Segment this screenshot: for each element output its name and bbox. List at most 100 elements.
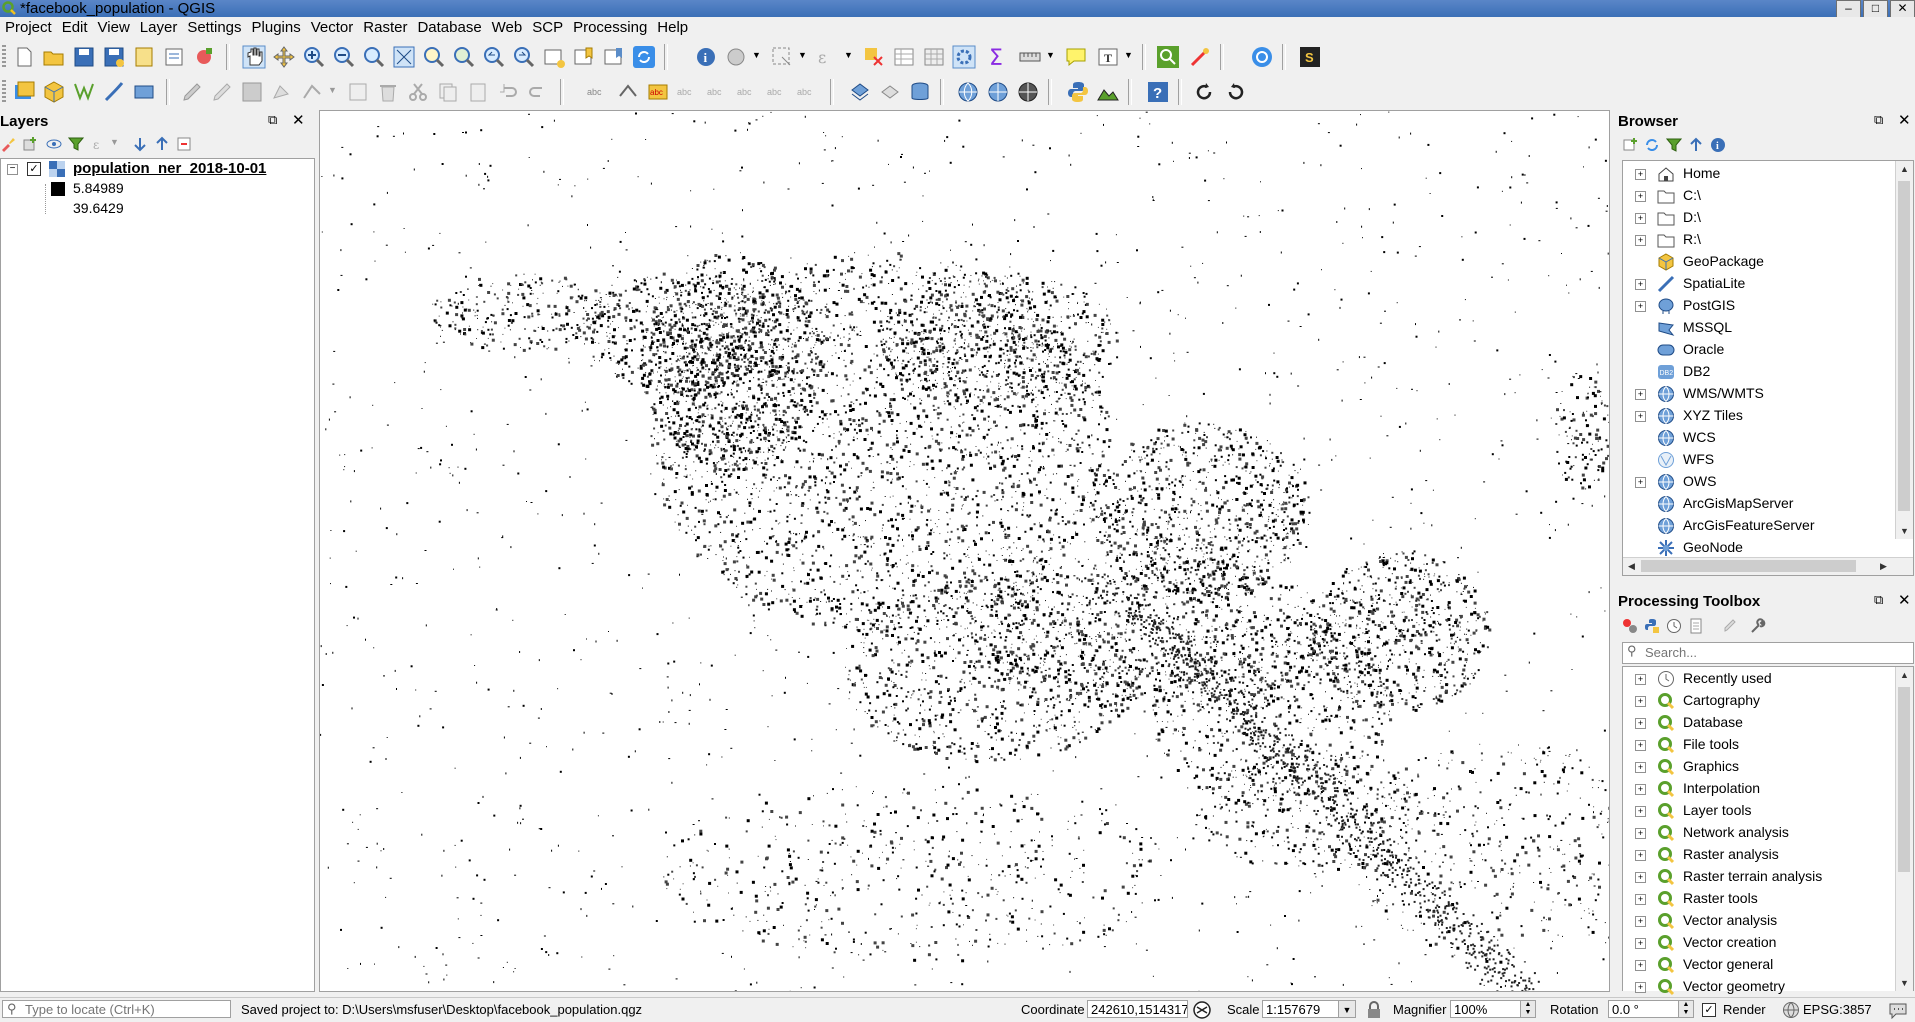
processing-search-field[interactable]: ⚲ <box>1622 642 1914 664</box>
maximize-button[interactable]: □ <box>1863 0 1888 18</box>
menu-database[interactable]: Database <box>412 17 486 39</box>
current-edits-icon[interactable] <box>180 80 204 104</box>
menu-layer[interactable]: Layer <box>135 17 183 39</box>
filter-by-expression-icon[interactable]: ε <box>92 136 108 152</box>
menu-web[interactable]: Web <box>487 17 528 39</box>
browser-item-ows[interactable]: + OWS <box>1623 471 1913 493</box>
chevron-down-icon[interactable]: ▼ <box>1338 1001 1355 1017</box>
layer-visibility-checkbox[interactable]: ✓ <box>27 162 41 176</box>
add-wfs-layer-icon[interactable] <box>1016 80 1040 104</box>
expand-toggle[interactable]: + <box>1635 850 1646 861</box>
open-attribute-table-icon[interactable] <box>892 45 916 69</box>
close-panel-icon[interactable]: ✕ <box>1898 111 1911 129</box>
styling-icon[interactable] <box>0 136 16 152</box>
filter-icon[interactable] <box>1666 137 1682 153</box>
menu-settings[interactable]: Settings <box>182 17 246 39</box>
crs-globe-icon[interactable] <box>1782 1001 1800 1019</box>
data-source-manager-icon[interactable] <box>12 80 36 104</box>
zoom-last-icon[interactable] <box>482 45 506 69</box>
expand-toggle[interactable]: + <box>1635 477 1646 488</box>
scrollbar-thumb[interactable] <box>1898 181 1910 511</box>
chevron-down-icon[interactable]: ▼ <box>1046 50 1055 60</box>
identify-features-icon[interactable]: i <box>694 45 718 69</box>
toolbar-handle[interactable] <box>2 45 6 69</box>
scrollbar-thumb[interactable] <box>1898 687 1910 872</box>
scroll-down-icon[interactable]: ▼ <box>1896 978 1913 988</box>
menu-view[interactable]: View <box>93 17 135 39</box>
browser-item-c[interactable]: + C:\ <box>1623 185 1913 207</box>
paste-features-icon[interactable] <box>466 80 490 104</box>
statistical-summary-icon[interactable]: Σ <box>986 45 1010 69</box>
collapse-toggle[interactable]: − <box>7 164 18 175</box>
crs-button[interactable]: EPSG:3857 <box>1803 1002 1872 1017</box>
browser-item-xyz-tiles[interactable]: + XYZ Tiles <box>1623 405 1913 427</box>
show-hide-labels-icon[interactable]: abc <box>706 80 730 104</box>
save-layer-edits-icon[interactable] <box>240 80 264 104</box>
change-label-icon[interactable]: abc <box>796 80 820 104</box>
processing-group-network-analysis[interactable]: + Network analysis <box>1623 822 1913 844</box>
zoom-in-icon[interactable] <box>302 45 326 69</box>
rotate-label-icon[interactable]: abc <box>766 80 790 104</box>
add-feature-icon[interactable] <box>270 80 294 104</box>
rotation-spinbox[interactable]: 0.0 ° ▲ ▼ <box>1608 1000 1694 1018</box>
magnifier-spinbox[interactable]: 100% ▲ ▼ <box>1450 1000 1536 1018</box>
lock-scale-icon[interactable] <box>1367 1001 1381 1019</box>
processing-group-database[interactable]: + Database <box>1623 712 1913 734</box>
show-bookmarks-icon[interactable] <box>602 45 626 69</box>
remove-layer-icon[interactable] <box>176 136 192 152</box>
scroll-up-icon[interactable]: ▲ <box>1896 164 1913 174</box>
minimize-button[interactable]: – <box>1836 0 1861 18</box>
processing-group-vector-analysis[interactable]: + Vector analysis <box>1623 910 1913 932</box>
undo-icon[interactable] <box>496 80 520 104</box>
python-scripts-icon[interactable] <box>1644 618 1660 634</box>
expand-toggle[interactable]: + <box>1635 696 1646 707</box>
highlight-pinned-labels-icon[interactable]: abc <box>646 80 670 104</box>
messages-icon[interactable] <box>1888 1001 1908 1019</box>
browser-item-oracle[interactable]: Oracle <box>1623 339 1913 361</box>
open-project-icon[interactable] <box>42 45 66 69</box>
open-field-calculator-icon[interactable] <box>922 45 946 69</box>
browser-item-geonode[interactable]: GeoNode <box>1623 537 1913 559</box>
processing-group-interpolation[interactable]: + Interpolation <box>1623 778 1913 800</box>
options-icon[interactable] <box>1750 618 1766 634</box>
move-label-icon[interactable]: abc <box>736 80 760 104</box>
pan-map-icon[interactable] <box>242 45 266 69</box>
expand-toggle[interactable]: + <box>1635 762 1646 773</box>
expand-toggle[interactable]: + <box>1635 718 1646 729</box>
processing-group-raster-analysis[interactable]: + Raster analysis <box>1623 844 1913 866</box>
chevron-down-icon[interactable]: ▼ <box>328 85 337 95</box>
close-panel-icon[interactable]: ✕ <box>292 111 305 129</box>
expand-toggle[interactable]: + <box>1635 301 1646 312</box>
browser-vertical-scrollbar[interactable]: ▲ ▼ <box>1895 161 1913 539</box>
float-panel-icon[interactable]: ⧉ <box>1874 592 1883 608</box>
cut-features-icon[interactable] <box>406 80 430 104</box>
delete-selected-icon[interactable] <box>376 80 400 104</box>
browser-item-wcs[interactable]: WCS <box>1623 427 1913 449</box>
close-button[interactable]: ✕ <box>1890 0 1915 18</box>
expand-toggle[interactable]: + <box>1635 169 1646 180</box>
new-spatialite-layer-icon[interactable] <box>102 80 126 104</box>
expand-toggle[interactable]: + <box>1635 191 1646 202</box>
expand-toggle[interactable]: + <box>1635 828 1646 839</box>
label-toolbar-icon[interactable]: abc <box>586 80 610 104</box>
processing-group-file-tools[interactable]: + File tools <box>1623 734 1913 756</box>
processing-group-vector-creation[interactable]: + Vector creation <box>1623 932 1913 954</box>
zoom-layer-icon[interactable] <box>452 45 476 69</box>
locator-field[interactable]: ⚲ <box>2 1000 231 1018</box>
scrollbar-thumb[interactable] <box>1641 560 1856 572</box>
expand-toggle[interactable]: + <box>1635 916 1646 927</box>
chevron-down-icon[interactable]: ▼ <box>798 50 807 60</box>
scroll-left-icon[interactable]: ◀ <box>1623 561 1640 572</box>
processing-group-raster-tools[interactable]: + Raster tools <box>1623 888 1913 910</box>
spin-arrows-icon[interactable]: ▲ ▼ <box>1520 1001 1535 1017</box>
zoom-native-icon[interactable] <box>362 45 386 69</box>
processing-group-vector-general[interactable]: + Vector general <box>1623 954 1913 976</box>
toggle-editing-icon[interactable] <box>210 80 234 104</box>
refresh-icon[interactable] <box>1644 137 1660 153</box>
toggle-extents-icon[interactable] <box>1193 1001 1211 1019</box>
rotate-clockwise-icon[interactable] <box>1192 80 1216 104</box>
menu-raster[interactable]: Raster <box>358 17 412 39</box>
models-icon[interactable] <box>1622 618 1638 634</box>
menu-processing[interactable]: Processing <box>568 17 652 39</box>
collapse-all-icon[interactable] <box>1688 137 1704 153</box>
